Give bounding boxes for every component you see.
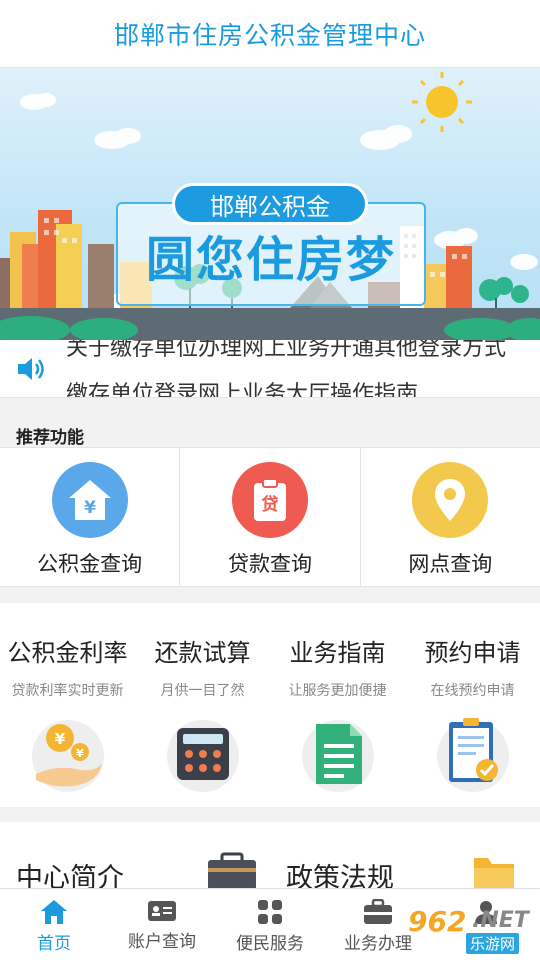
svg-text:¥: ¥	[76, 747, 84, 760]
service-subtitle: 月供一目了然	[160, 683, 245, 699]
clipboard-check-icon	[433, 714, 513, 794]
service-title: 公积金利率	[7, 639, 128, 667]
tab-account-query[interactable]: 账户查询	[108, 889, 216, 960]
tab-label: 账户查询	[128, 932, 196, 952]
speaker-icon	[0, 356, 62, 382]
svg-text:贷: 贷	[261, 494, 278, 515]
page-title: 邯郸市住房公积金管理中心	[113, 20, 426, 50]
notice-scroller[interactable]: 关于缴存单位办理网上业务开通其他登录方式 缴存单位登录网上业务大厅操作指南	[62, 340, 540, 398]
service-title: 还款试算	[154, 639, 251, 667]
guide-service[interactable]: 业务指南 让服务更加便捷	[270, 603, 405, 807]
notice-item[interactable]: 关于缴存单位办理网上业务开通其他登录方式	[66, 340, 506, 362]
recommended-grid: ¥ 公积金查询 贷 贷款查询 网点查询	[0, 447, 540, 587]
tab-convenience[interactable]: 便民服务	[216, 889, 324, 960]
svg-text:¥: ¥	[54, 730, 65, 748]
id-card-icon	[148, 901, 176, 921]
tab-label: 首页	[37, 934, 71, 954]
tab-home[interactable]: 首页	[0, 889, 108, 960]
tab-label: 便民服务	[236, 934, 304, 954]
location-pin-icon	[412, 462, 489, 538]
repayment-calc-service[interactable]: 还款试算 月供一目了然	[135, 603, 270, 807]
svg-text:¥: ¥	[84, 498, 96, 518]
grid-icon	[258, 900, 282, 924]
app-screen: 邯郸市住房公积金管理中心 邯郸公积金 圆您住房梦 关于缴存单位办理网上业务开通其…	[0, 0, 540, 960]
watermark-logo: 962 .NET 乐游网	[402, 905, 538, 957]
calculator-icon	[163, 714, 243, 794]
toolbox-icon	[364, 899, 392, 924]
notice-item[interactable]: 缴存单位登录网上业务大厅操作指南	[66, 376, 418, 398]
document-icon	[298, 714, 378, 794]
top-bar: 邯郸市住房公积金管理中心	[0, 0, 540, 68]
watermark-site: 乐游网	[466, 933, 520, 954]
services-grid: 公积金利率 贷款利率实时更新 ¥ ¥ 还款试算 月供一目了然 业务指南 让服务更…	[0, 603, 540, 807]
branch-query-label: 网点查询	[408, 552, 493, 576]
watermark-domain: .NET	[472, 908, 529, 933]
banner-badge: 邯郸公积金	[172, 183, 368, 225]
rate-service[interactable]: 公积金利率 贷款利率实时更新 ¥ ¥	[0, 603, 135, 807]
service-subtitle: 贷款利率实时更新	[11, 683, 124, 699]
loan-query-button[interactable]: 贷 贷款查询	[180, 448, 361, 586]
home-icon	[41, 900, 67, 924]
banner[interactable]: 邯郸公积金 圆您住房梦	[0, 68, 540, 340]
fund-query-button[interactable]: ¥ 公积金查询	[0, 448, 181, 586]
branch-query-button[interactable]: 网点查询	[361, 448, 540, 586]
coins-hand-icon: ¥ ¥	[28, 714, 108, 794]
loan-query-label: 贷款查询	[227, 552, 312, 576]
service-title: 业务指南	[289, 639, 386, 667]
fund-query-label: 公积金查询	[37, 552, 143, 576]
service-subtitle: 在线预约申请	[430, 683, 515, 699]
service-title: 预约申请	[424, 639, 521, 667]
sun-icon	[412, 72, 472, 132]
banner-slogan: 圆您住房梦	[145, 232, 396, 288]
loan-clipboard-icon: 贷	[231, 462, 308, 538]
house-yen-icon: ¥	[51, 462, 128, 538]
appointment-service[interactable]: 预约申请 在线预约申请	[405, 603, 540, 807]
service-subtitle: 让服务更加便捷	[288, 683, 387, 699]
watermark-brand: 962	[408, 905, 467, 938]
notice-bar[interactable]: 关于缴存单位办理网上业务开通其他登录方式 缴存单位登录网上业务大厅操作指南	[0, 340, 540, 398]
recommended-title: 推荐功能	[16, 428, 84, 448]
